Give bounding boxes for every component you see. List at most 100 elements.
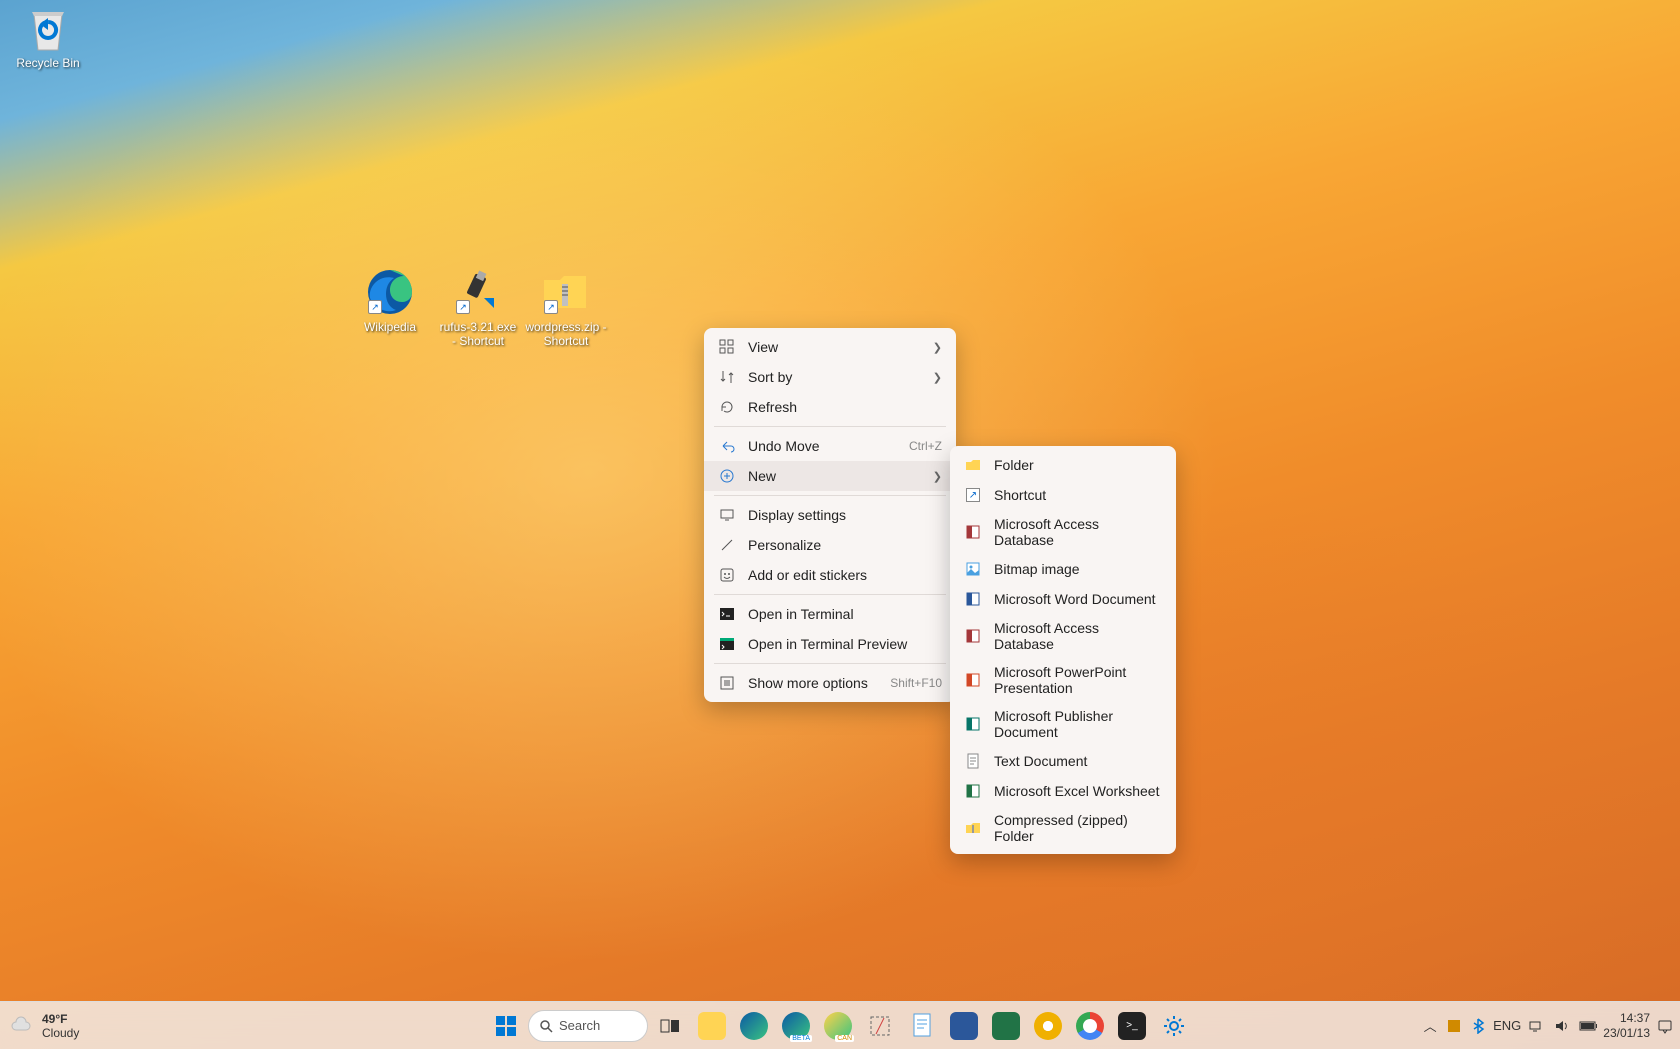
menu-new[interactable]: New ❯ <box>704 461 956 491</box>
new-access-database-2[interactable]: Microsoft Access Database <box>950 614 1176 658</box>
menu-label: Shortcut <box>994 487 1162 503</box>
desktop-context-menu: View ❯ Sort by ❯ Refresh Undo Move Ctrl+… <box>704 328 956 702</box>
tray-chevron-up[interactable]: ︿ <box>1421 1017 1439 1035</box>
menu-label: Microsoft PowerPoint Presentation <box>994 664 1162 696</box>
access-icon <box>964 523 982 541</box>
taskbar-app-edge[interactable] <box>734 1006 774 1046</box>
clock-time: 14:37 <box>1603 1011 1650 1025</box>
menu-label: Microsoft Publisher Document <box>994 708 1162 740</box>
new-access-database[interactable]: Microsoft Access Database <box>950 510 1176 554</box>
terminal-icon <box>718 605 736 623</box>
new-bitmap[interactable]: Bitmap image <box>950 554 1176 584</box>
excel-icon <box>964 782 982 800</box>
menu-open-terminal-preview[interactable]: Open in Terminal Preview <box>704 629 956 659</box>
zip-folder-icon <box>964 819 982 837</box>
chrome-canary-icon <box>1034 1012 1062 1040</box>
taskbar-app-chrome-canary[interactable] <box>1028 1006 1068 1046</box>
start-button[interactable] <box>486 1006 526 1046</box>
tray-notifications-icon[interactable] <box>1656 1017 1674 1035</box>
text-file-icon <box>964 752 982 770</box>
edge-icon: ↗ <box>366 268 414 316</box>
gear-icon <box>1161 1013 1187 1039</box>
image-icon <box>964 560 982 578</box>
terminal-icon: >_ <box>1118 1012 1146 1040</box>
new-zip-folder[interactable]: Compressed (zipped) Folder <box>950 806 1176 850</box>
taskbar-app-settings[interactable] <box>1154 1006 1194 1046</box>
tray-battery-icon <box>1579 1017 1597 1035</box>
excel-icon <box>992 1012 1020 1040</box>
desktop[interactable]: Recycle Bin ↗ Wikipedia ↗ rufus-3.21.exe… <box>0 0 1680 1049</box>
new-shortcut[interactable]: ↗ Shortcut <box>950 480 1176 510</box>
new-word-document[interactable]: Microsoft Word Document <box>950 584 1176 614</box>
edge-beta-icon: BETA <box>782 1012 810 1040</box>
taskbar-app-snipping[interactable] <box>860 1006 900 1046</box>
taskbar-app-excel[interactable] <box>986 1006 1026 1046</box>
taskbar-app-explorer[interactable] <box>692 1006 732 1046</box>
menu-separator <box>714 594 946 595</box>
menu-undo-move[interactable]: Undo Move Ctrl+Z <box>704 431 956 461</box>
grid-icon <box>718 338 736 356</box>
taskbar-app-edge-beta[interactable]: BETA <box>776 1006 816 1046</box>
undo-icon <box>718 437 736 455</box>
task-view-button[interactable] <box>650 1006 690 1046</box>
icon-label: Wikipedia <box>348 320 432 334</box>
refresh-icon <box>718 398 736 416</box>
shortcut-arrow-icon: ↗ <box>368 300 382 314</box>
tray-security-icon[interactable] <box>1445 1017 1463 1035</box>
tray-language[interactable]: ENG <box>1493 1017 1521 1035</box>
menu-separator <box>714 426 946 427</box>
recycle-bin-icon[interactable]: Recycle Bin <box>6 4 90 70</box>
menu-label: Folder <box>994 457 1162 473</box>
menu-label: Text Document <box>994 753 1162 769</box>
new-excel[interactable]: Microsoft Excel Worksheet <box>950 776 1176 806</box>
new-publisher[interactable]: Microsoft Publisher Document <box>950 702 1176 746</box>
weather-widget[interactable]: 49°F Cloudy <box>10 1012 79 1040</box>
menu-personalize[interactable]: Personalize <box>704 530 956 560</box>
menu-label: Compressed (zipped) Folder <box>994 812 1162 844</box>
brush-icon <box>718 536 736 554</box>
wikipedia-shortcut[interactable]: ↗ Wikipedia <box>348 268 432 334</box>
folder-icon <box>964 456 982 474</box>
access-icon <box>964 627 982 645</box>
terminal-preview-icon <box>718 635 736 653</box>
menu-label: Add or edit stickers <box>748 567 942 583</box>
menu-refresh[interactable]: Refresh <box>704 392 956 422</box>
menu-accelerator: Shift+F10 <box>890 676 942 690</box>
rufus-shortcut[interactable]: ↗ rufus-3.21.exe - Shortcut <box>436 268 520 349</box>
menu-open-terminal[interactable]: Open in Terminal <box>704 599 956 629</box>
chrome-icon <box>1076 1012 1104 1040</box>
tray-bluetooth-icon[interactable] <box>1469 1017 1487 1035</box>
menu-label: Refresh <box>748 399 942 415</box>
menu-view[interactable]: View ❯ <box>704 332 956 362</box>
tray-clock[interactable]: 14:37 23/01/13 <box>1603 1011 1650 1040</box>
taskbar-app-edge-canary[interactable]: CAN <box>818 1006 858 1046</box>
menu-label: Open in Terminal <box>748 606 942 622</box>
new-folder[interactable]: Folder <box>950 450 1176 480</box>
new-text-document[interactable]: Text Document <box>950 746 1176 776</box>
sticker-icon <box>718 566 736 584</box>
menu-display-settings[interactable]: Display settings <box>704 500 956 530</box>
menu-label: Show more options <box>748 675 882 691</box>
tray-quick-settings[interactable] <box>1527 1017 1597 1035</box>
more-options-icon <box>718 674 736 692</box>
new-powerpoint[interactable]: Microsoft PowerPoint Presentation <box>950 658 1176 702</box>
taskbar-app-notepad[interactable] <box>902 1006 942 1046</box>
icon-label: wordpress.zip - Shortcut <box>524 320 608 349</box>
menu-show-more-options[interactable]: Show more options Shift+F10 <box>704 668 956 698</box>
icon-label: rufus-3.21.exe - Shortcut <box>436 320 520 349</box>
clock-date: 23/01/13 <box>1603 1026 1650 1040</box>
edge-canary-icon: CAN <box>824 1012 852 1040</box>
tray-volume-icon <box>1553 1017 1571 1035</box>
edge-icon <box>740 1012 768 1040</box>
menu-label: Bitmap image <box>994 561 1162 577</box>
taskbar-app-terminal[interactable]: >_ <box>1112 1006 1152 1046</box>
menu-label: Microsoft Access Database <box>994 620 1162 652</box>
menu-stickers[interactable]: Add or edit stickers <box>704 560 956 590</box>
taskbar-app-chrome[interactable] <box>1070 1006 1110 1046</box>
taskbar-app-word[interactable] <box>944 1006 984 1046</box>
menu-label: Personalize <box>748 537 942 553</box>
search-box[interactable]: Search <box>528 1010 648 1042</box>
chevron-right-icon: ❯ <box>933 470 942 483</box>
menu-sort-by[interactable]: Sort by ❯ <box>704 362 956 392</box>
wordpress-zip-shortcut[interactable]: ↗ wordpress.zip - Shortcut <box>524 268 608 349</box>
